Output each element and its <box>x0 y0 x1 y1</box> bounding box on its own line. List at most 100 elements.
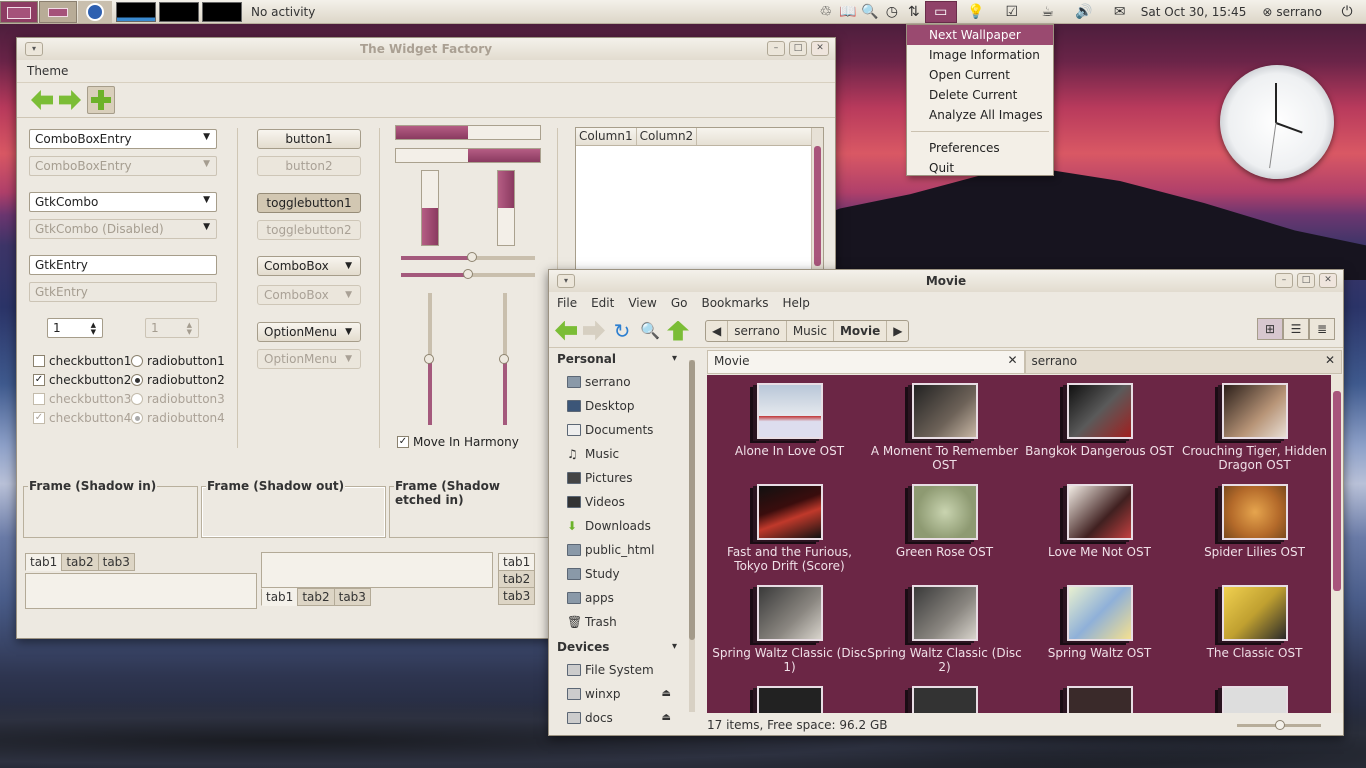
checkbutton2[interactable]: ✓ checkbutton2 <box>33 373 131 387</box>
search-icon[interactable]: 🔍 <box>639 320 661 342</box>
file-item[interactable]: Bangkok Dangerous OST <box>1022 383 1177 458</box>
sidebar-item-pictures[interactable]: Pictures <box>549 466 697 490</box>
title-bar[interactable]: ▾ The Widget Factory – □ ✕ <box>17 38 835 60</box>
file-item[interactable] <box>1022 686 1177 713</box>
gtk-entry[interactable]: GtkEntry <box>29 255 217 275</box>
tab1[interactable]: tab1 <box>498 553 536 571</box>
tab3[interactable]: tab3 <box>97 553 135 571</box>
compact-view-icon[interactable]: ≣ <box>1309 318 1335 340</box>
tab2[interactable]: tab2 <box>61 553 99 571</box>
sidebar-item-filesystem[interactable]: File System <box>549 658 697 682</box>
file-item[interactable]: Fast and the Furious, Tokyo Drift (Score… <box>712 484 867 573</box>
file-item[interactable] <box>867 686 1022 713</box>
panel-clock[interactable]: Sat Oct 30, 15:45 <box>1141 5 1247 19</box>
tab3[interactable]: tab3 <box>333 588 371 606</box>
vertical-slider-2[interactable] <box>499 293 509 425</box>
search-icon[interactable]: 🔍 <box>859 1 881 23</box>
workspace-1[interactable] <box>0 0 38 23</box>
window-menu-button[interactable]: ▾ <box>557 274 575 288</box>
file-item[interactable]: Spring Waltz Classic (Disc 2) <box>867 585 1022 674</box>
tab1[interactable]: tab1 <box>261 588 299 606</box>
tab2[interactable]: tab2 <box>297 588 335 606</box>
file-item[interactable]: The Classic OST <box>1177 585 1331 660</box>
menu-view[interactable]: View <box>628 296 656 310</box>
option-menu[interactable]: OptionMenu ▼ <box>257 322 361 342</box>
reload-icon[interactable]: ↻ <box>611 319 633 343</box>
tab3[interactable]: tab3 <box>498 587 536 605</box>
dictionary-icon[interactable]: 📖 <box>837 1 859 23</box>
close-tab-icon[interactable]: ✕ <box>1007 353 1017 367</box>
combobox[interactable]: ComboBox ▼ <box>257 256 361 276</box>
tab2[interactable]: tab2 <box>498 570 536 588</box>
menu-next-wallpaper[interactable]: Next Wallpaper <box>907 25 1053 45</box>
minimize-button[interactable]: – <box>767 41 785 56</box>
menu-file[interactable]: File <box>557 296 577 310</box>
chevron-left-icon[interactable]: ◀ <box>706 320 729 341</box>
file-item[interactable]: Spring Waltz Classic (Disc 1) <box>712 585 867 674</box>
eject-icon[interactable]: ⏏ <box>662 706 671 730</box>
back-arrow-icon[interactable] <box>555 320 577 341</box>
forward-arrow-icon[interactable] <box>59 90 81 110</box>
button1[interactable]: button1 <box>257 129 361 149</box>
path-serrano[interactable]: serrano <box>728 320 787 341</box>
sidebar-scrollbar[interactable] <box>689 360 695 712</box>
mail-icon[interactable]: ✉ <box>1109 1 1131 23</box>
column1-header[interactable]: Column1 <box>576 128 637 145</box>
radiobutton2[interactable]: radiobutton2 <box>131 373 225 387</box>
back-arrow-icon[interactable] <box>31 90 53 110</box>
power-icon[interactable]: ⏻ <box>1336 1 1358 23</box>
workspace-2[interactable] <box>39 0 77 23</box>
window-menu-button[interactable]: ▾ <box>25 42 43 56</box>
maximize-button[interactable]: □ <box>789 41 807 56</box>
menu-quit[interactable]: Quit <box>907 158 1053 178</box>
path-movie[interactable]: Movie <box>834 320 888 341</box>
file-item[interactable]: Spring Waltz OST <box>1022 585 1177 660</box>
togglebutton1[interactable]: togglebutton1 <box>257 193 361 213</box>
recycle-icon[interactable]: ♲ <box>815 1 837 23</box>
sidebar-item-downloads[interactable]: ⬇ Downloads <box>549 514 697 538</box>
sidebar-header-devices[interactable]: Devices <box>549 636 697 658</box>
tab-serrano[interactable]: serrano ✕ <box>1024 350 1342 374</box>
volume-icon[interactable]: 🔊 <box>1073 1 1095 23</box>
grid-scrollbar[interactable] <box>1331 375 1343 713</box>
file-item[interactable]: Crouching Tiger, Hidden Dragon OST <box>1177 383 1331 472</box>
sidebar-item-trash[interactable]: 🗑 Trash <box>549 610 697 634</box>
coffee-icon[interactable]: ☕ <box>1037 1 1059 23</box>
minimize-button[interactable]: – <box>1275 273 1293 288</box>
close-tab-icon[interactable]: ✕ <box>1325 353 1335 367</box>
menu-go[interactable]: Go <box>671 296 688 310</box>
file-item[interactable]: Spider Lilies OST <box>1177 484 1331 559</box>
sidebar-header-personal[interactable]: Personal <box>549 348 697 370</box>
close-button[interactable]: ✕ <box>1319 273 1337 288</box>
move-in-harmony-check[interactable]: ✓ Move In Harmony <box>397 435 519 449</box>
path-music[interactable]: Music <box>787 320 834 341</box>
combobox-entry[interactable]: ComboBoxEntry ▼ <box>29 129 217 149</box>
sidebar-item-public-html[interactable]: public_html <box>549 538 697 562</box>
app-launcher-icon[interactable] <box>78 0 112 23</box>
menu-preferences[interactable]: Preferences <box>907 138 1053 158</box>
menu-help[interactable]: Help <box>783 296 810 310</box>
list-view-icon[interactable]: ☰ <box>1283 318 1309 340</box>
sidebar-item-videos[interactable]: Videos <box>549 490 697 514</box>
eject-icon[interactable]: ⏏ <box>662 682 671 706</box>
menu-edit[interactable]: Edit <box>591 296 614 310</box>
chevron-right-icon[interactable]: ▶ <box>887 321 908 341</box>
tab-movie[interactable]: Movie ✕ <box>707 350 1025 374</box>
file-item[interactable] <box>712 686 867 713</box>
file-item[interactable]: Alone In Love OST <box>712 383 867 458</box>
sidebar-item-desktop[interactable]: Desktop <box>549 394 697 418</box>
column2-header[interactable]: Column2 <box>637 128 698 145</box>
menu-bookmarks[interactable]: Bookmarks <box>701 296 768 310</box>
tree-scrollbar[interactable] <box>811 128 823 276</box>
menu-open-current[interactable]: Open Current <box>907 65 1053 85</box>
horizontal-slider-1[interactable] <box>401 252 535 262</box>
sidebar-item-winxp[interactable]: winxp ⏏ <box>549 682 697 706</box>
add-button[interactable] <box>87 86 115 114</box>
file-item[interactable]: Green Rose OST <box>867 484 1022 559</box>
title-bar[interactable]: ▾ Movie – □ ✕ <box>549 270 1343 292</box>
sidebar-item-study[interactable]: Study <box>549 562 697 586</box>
menu-theme[interactable]: Theme <box>27 64 68 78</box>
menu-delete-current[interactable]: Delete Current <box>907 85 1053 105</box>
sidebar-item-music[interactable]: ♫ Music <box>549 442 697 466</box>
network-arrows-icon[interactable]: ⇅ <box>903 1 925 23</box>
